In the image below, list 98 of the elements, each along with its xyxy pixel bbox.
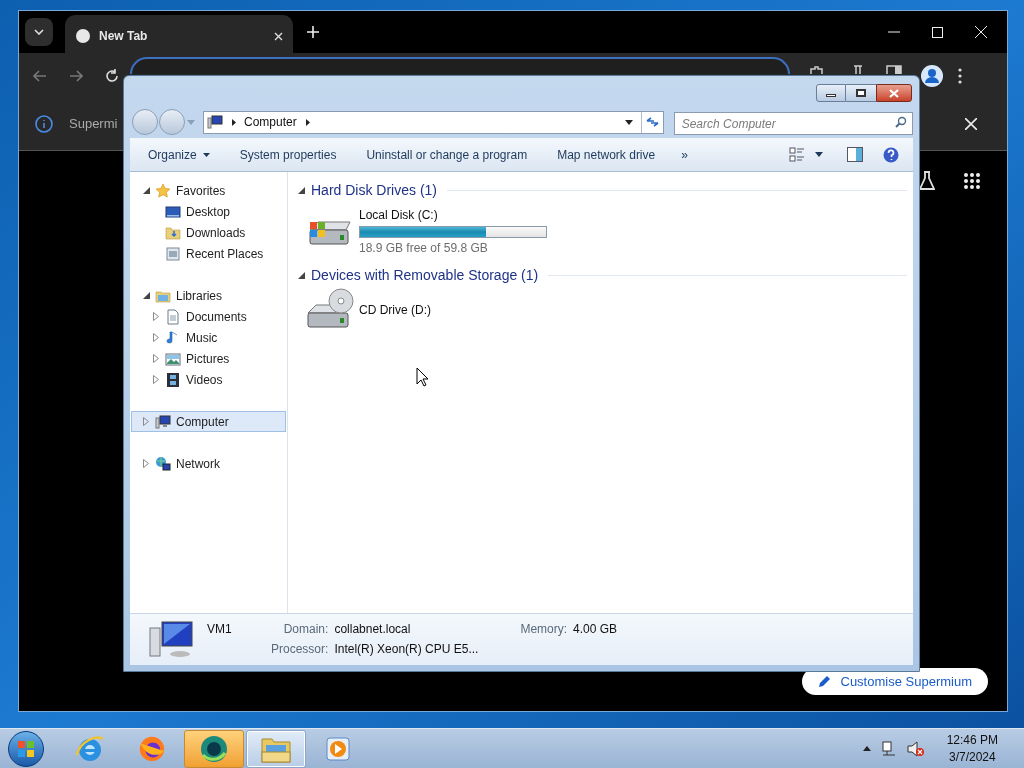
- nav-item[interactable]: Libraries: [131, 285, 286, 306]
- breadcrumb-arrow-icon[interactable]: [305, 118, 310, 126]
- menu-icon[interactable]: [958, 67, 962, 84]
- sidebar-icon[interactable]: [886, 65, 902, 74]
- close-button[interactable]: [876, 84, 912, 102]
- profile-icon[interactable]: [921, 64, 943, 87]
- address-bar[interactable]: [130, 57, 790, 74]
- detail-label: Domain:: [282, 621, 329, 638]
- close-icon: [889, 88, 899, 98]
- back-icon[interactable]: [33, 69, 47, 82]
- customise-button[interactable]: Customise Supermium: [801, 668, 988, 695]
- command-button[interactable]: Uninstall or change a program: [366, 142, 528, 167]
- flask-icon[interactable]: [919, 171, 935, 191]
- clock[interactable]: 12:46 PM 3/7/2024: [946, 731, 998, 766]
- dropdown-caret-icon[interactable]: [624, 119, 633, 125]
- info-icon: [35, 115, 53, 133]
- apps-grid-icon[interactable]: [963, 172, 981, 190]
- windows-logo-icon: [17, 739, 35, 758]
- computer-icon: [155, 413, 171, 430]
- tab-search-button[interactable]: [25, 18, 53, 46]
- document-icon: [165, 308, 181, 325]
- minimize-button[interactable]: [816, 84, 846, 102]
- media-player-icon[interactable]: [324, 734, 352, 763]
- preview-pane-icon[interactable]: [847, 147, 863, 162]
- group-heading: Hard Disk Drives (1): [311, 180, 437, 200]
- collapsed-arrow-icon[interactable]: [153, 354, 159, 363]
- network-icon[interactable]: [880, 740, 897, 757]
- more-commands-button[interactable]: »: [681, 145, 688, 164]
- new-tab-icon[interactable]: [307, 26, 319, 38]
- expanded-arrow-icon[interactable]: [142, 292, 150, 299]
- computer-icon: [148, 620, 194, 660]
- search-icon: [895, 115, 907, 128]
- taskbar-button[interactable]: [184, 729, 244, 768]
- desktop-icon: [165, 203, 181, 220]
- command-button[interactable]: System properties: [239, 142, 337, 167]
- clock-time: 12:46 PM: [946, 731, 998, 749]
- detail-value: 4.00 GB: [573, 621, 618, 638]
- drive-item[interactable]: Local Disk (C:) 18.9 GB free of 59.8 GB: [306, 206, 907, 257]
- expanded-arrow-icon[interactable]: [298, 186, 305, 194]
- collapsed-arrow-icon[interactable]: [153, 375, 159, 384]
- clock-date: 3/7/2024: [948, 748, 996, 766]
- show-hidden-icons-icon[interactable]: [862, 746, 871, 751]
- close-icon[interactable]: [965, 118, 977, 130]
- collapsed-arrow-icon[interactable]: [153, 333, 159, 342]
- expanded-arrow-icon[interactable]: [142, 187, 150, 194]
- mouse-pointer-icon: [416, 367, 429, 387]
- nav-item[interactable]: Videos: [131, 369, 286, 390]
- refresh-icon: [645, 116, 659, 128]
- maximize-button[interactable]: [846, 84, 876, 102]
- nav-item[interactable]: Music: [131, 327, 286, 348]
- collapsed-arrow-icon[interactable]: [143, 417, 149, 426]
- collapsed-arrow-icon[interactable]: [153, 312, 159, 321]
- pencil-icon: [817, 675, 831, 688]
- start-button[interactable]: [8, 730, 44, 767]
- recent-places-icon: [165, 245, 181, 262]
- command-button[interactable]: Organize: [148, 142, 210, 167]
- nav-item[interactable]: Downloads: [131, 222, 286, 243]
- detail-value: Intel(R) Xeon(R) CPU E5...: [334, 641, 479, 658]
- detail-value: collabnet.local: [334, 621, 412, 638]
- picture-icon: [165, 350, 181, 367]
- drive-item[interactable]: CD Drive (D:): [306, 287, 907, 333]
- drive-name: CD Drive (D:): [359, 302, 431, 319]
- network-icon: [155, 455, 171, 472]
- nav-item[interactable]: Desktop: [131, 201, 286, 222]
- expanded-arrow-icon[interactable]: [298, 271, 305, 279]
- nav-item[interactable]: Favorites: [131, 180, 286, 201]
- maximize-icon[interactable]: [932, 26, 943, 38]
- info-text: Supermi: [69, 115, 118, 134]
- chevron-down-icon: [34, 29, 44, 35]
- computer-icon: [207, 114, 223, 130]
- reload-icon[interactable]: [105, 68, 119, 83]
- nav-item[interactable]: Recent Places: [131, 243, 286, 264]
- film-icon: [165, 371, 181, 388]
- breadcrumb-arrow-icon[interactable]: [232, 118, 236, 126]
- help-icon[interactable]: [883, 146, 899, 163]
- collapsed-arrow-icon[interactable]: [143, 459, 149, 468]
- nav-item[interactable]: Computer: [131, 411, 286, 432]
- computer-name: VM1: [207, 621, 232, 638]
- close-icon[interactable]: [975, 26, 987, 38]
- group-heading: Devices with Removable Storage (1): [311, 265, 539, 285]
- speaker-muted-icon[interactable]: [906, 740, 925, 757]
- nav-item[interactable]: Network: [131, 453, 286, 474]
- star-icon: [155, 182, 171, 199]
- free-space-text: 18.9 GB free of 59.8 GB: [359, 240, 489, 257]
- drive-name: Local Disk (C:): [359, 207, 439, 224]
- breadcrumb-item[interactable]: Computer: [244, 113, 297, 131]
- view-options-icon[interactable]: [789, 147, 805, 162]
- nav-item[interactable]: Pictures: [131, 348, 286, 369]
- detail-label: Memory:: [520, 621, 568, 638]
- command-button[interactable]: Map network drive: [557, 142, 656, 167]
- forward-icon[interactable]: [69, 69, 83, 82]
- nav-item[interactable]: Documents: [131, 306, 286, 327]
- detail-label: Processor:: [270, 641, 329, 658]
- globe-icon: [75, 28, 91, 44]
- close-icon[interactable]: [274, 31, 283, 41]
- search-field[interactable]: Search Computer: [673, 112, 913, 135]
- address-bar[interactable]: Computer: [203, 110, 664, 134]
- folder-icon: [165, 224, 181, 241]
